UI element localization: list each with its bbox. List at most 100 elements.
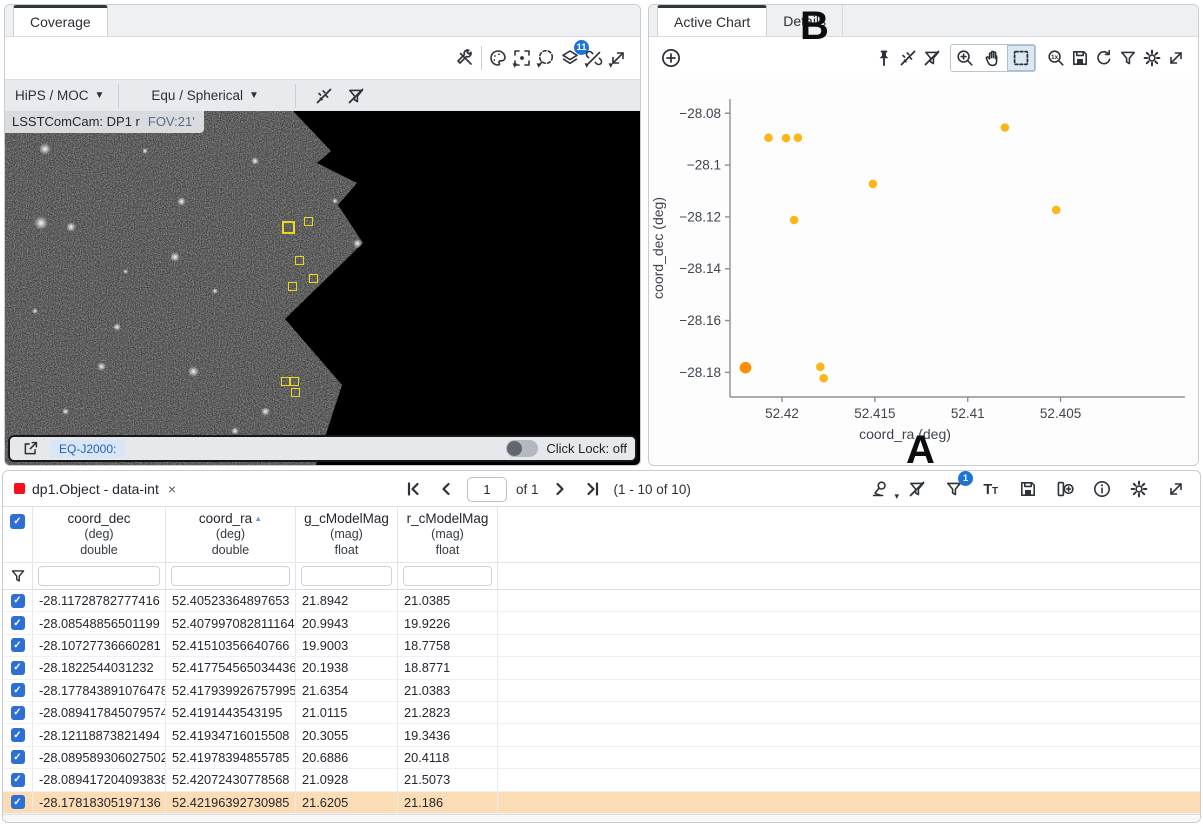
expand-icon[interactable] [1164, 46, 1188, 70]
click-lock-toggle[interactable] [506, 440, 539, 457]
gear-icon[interactable] [1140, 46, 1164, 70]
gear-icon[interactable] [1127, 477, 1151, 501]
expand-icon[interactable] [1164, 477, 1188, 501]
source-marker [295, 256, 304, 265]
table-row[interactable]: ✓ -28.1822544031232 52.417754565034436 20.1… [3, 657, 1200, 680]
page-input[interactable] [467, 476, 507, 502]
filter-off-icon[interactable] [905, 477, 929, 501]
column-header-coord_ra[interactable]: coord_ra ▲ (deg) double [166, 507, 296, 562]
svg-text:−28.18: −28.18 [679, 365, 721, 380]
row-checkbox[interactable]: ✓ [10, 638, 25, 653]
next-page-icon[interactable] [548, 477, 572, 501]
column-header-r_cModelMag[interactable]: r_cModelMag (mag) float [398, 507, 498, 562]
table-cell: -28.089417204093838 [33, 769, 166, 791]
tab-active-chart-label: Active Chart [674, 14, 751, 30]
column-filter-input[interactable] [301, 566, 392, 586]
projection-dropdown[interactable]: Equ / Spherical ▼ [141, 88, 268, 103]
table-tab[interactable]: dp1.Object - data-int × [3, 481, 176, 497]
markers-off-icon[interactable] [312, 84, 336, 108]
table-row[interactable]: ✓ -28.17818305197136 52.42196392730985 21.6… [3, 791, 1200, 814]
tab-coverage-label: Coverage [30, 14, 91, 30]
projection-label: Equ / Spherical [151, 88, 243, 103]
inspect-icon[interactable]: ▾ [868, 477, 899, 501]
star [332, 198, 338, 204]
add-chart-icon[interactable] [659, 46, 683, 70]
row-checkbox[interactable]: ✓ [10, 772, 25, 787]
external-link-icon[interactable] [18, 437, 42, 461]
filter-off-icon[interactable] [920, 46, 944, 70]
first-page-icon[interactable] [401, 477, 425, 501]
add-column-icon[interactable] [1053, 477, 1077, 501]
pin-icon[interactable] [872, 46, 896, 70]
lasso-select-icon[interactable] [534, 46, 558, 70]
svg-text:52.405: 52.405 [1040, 406, 1081, 421]
info-icon[interactable] [1090, 477, 1114, 501]
filter-icon[interactable] [1116, 46, 1140, 70]
close-icon[interactable]: × [168, 481, 176, 497]
zoom-in-icon[interactable] [951, 45, 979, 71]
table-row[interactable]: ✓ -28.177843891076478 52.417939926757995 21… [3, 679, 1200, 702]
row-checkbox[interactable]: ✓ [10, 705, 25, 720]
table-row[interactable]: ✓ -28.10727736660281 52.41510356640766 19.9… [3, 634, 1200, 658]
select-all-checkbox[interactable]: ✓ [10, 514, 25, 529]
table-color-dot [14, 483, 25, 494]
restore-icon[interactable] [1092, 46, 1116, 70]
unlink-icon[interactable]: ▾ [582, 46, 613, 70]
sky-image-viewer[interactable]: LSSTComCam: DP1 r FOV:21' EQ-J2000: Click… [5, 111, 640, 465]
recenter-icon[interactable]: ▾ [510, 46, 541, 70]
table-row[interactable]: ✓ -28.11728782777416 52.40523364897653 21.8… [3, 590, 1200, 613]
filter-off-icon[interactable] [344, 84, 368, 108]
chevron-down-icon: ▼ [248, 90, 259, 101]
table-cell: 20.9943 [296, 612, 398, 634]
chart-tabstrip: Active Chart Details [649, 5, 1198, 37]
box-select-icon[interactable] [1007, 45, 1035, 71]
save-icon[interactable] [1016, 477, 1040, 501]
chart-plot[interactable]: −28.08 −28.1 −28.12 −28.14 −28.16 −28.18 52.42… [649, 79, 1198, 464]
pan-icon[interactable] [979, 45, 1007, 71]
svg-text:−28.1: −28.1 [687, 158, 721, 173]
scatter-chart[interactable]: −28.08 −28.1 −28.12 −28.14 −28.16 −28.18 52.42… [649, 79, 1198, 464]
text-view-icon[interactable]: TT [979, 477, 1003, 501]
zoom-reset-icon[interactable]: 1x [1044, 46, 1068, 70]
table-row[interactable]: ✓ -28.089589306027502 52.41978394855785 20.… [3, 746, 1200, 770]
row-checkbox[interactable]: ✓ [10, 616, 25, 631]
star [113, 323, 121, 331]
table-row[interactable]: ✓ -28.12118873821494 52.41934716015508 20.3… [3, 724, 1200, 747]
column-header-coord_dec[interactable]: coord_dec (deg) double [33, 507, 166, 562]
row-checkbox[interactable]: ✓ [10, 683, 25, 698]
save-icon[interactable] [1068, 46, 1092, 70]
filter-icon[interactable]: 1 [942, 471, 973, 501]
prev-page-icon[interactable] [434, 477, 458, 501]
row-checkbox[interactable]: ✓ [10, 795, 25, 810]
row-filler [498, 590, 1200, 611]
tools-icon[interactable] [453, 46, 477, 70]
image-statusbar: EQ-J2000: Click Lock: off [8, 435, 637, 462]
last-page-icon[interactable] [581, 477, 605, 501]
table-cell: 52.42196392730985 [166, 791, 296, 813]
filter-icon[interactable] [9, 567, 27, 585]
table-row[interactable]: ✓ -28.089417204093838 52.42072430778568 21.… [3, 769, 1200, 792]
hips-moc-dropdown[interactable]: HiPS / MOC ▼ [5, 88, 114, 103]
column-filter-input[interactable] [171, 566, 290, 586]
tab-active-chart[interactable]: Active Chart [657, 5, 768, 36]
row-checkbox[interactable]: ✓ [10, 660, 25, 675]
layers-icon[interactable]: 11 ▾ [558, 40, 589, 70]
row-checkbox[interactable]: ✓ [10, 593, 25, 608]
row-checkbox[interactable]: ✓ [10, 750, 25, 765]
row-checkbox[interactable]: ✓ [10, 728, 25, 743]
table-row[interactable]: ✓ -28.08548856501199 52.407997082811164 20.… [3, 612, 1200, 635]
svg-text:52.41: 52.41 [951, 406, 985, 421]
column-header-g_cModelMag[interactable]: g_cModelMag (mag) float [296, 507, 398, 562]
svg-text:−28.16: −28.16 [679, 313, 721, 328]
column-filter-input[interactable] [38, 566, 160, 586]
row-filler [498, 724, 1200, 745]
tab-coverage[interactable]: Coverage [13, 5, 108, 36]
table-cell: -28.089589306027502 [33, 746, 166, 769]
palette-icon[interactable]: ▾ [486, 46, 517, 70]
column-filter-input[interactable] [403, 566, 492, 586]
table-row[interactable]: ✓ -28.089417845079574 52.4191443543195 21.0… [3, 701, 1200, 725]
column-name: coord_dec [67, 511, 131, 526]
markers-off-icon[interactable] [896, 46, 920, 70]
header-filler [498, 507, 1200, 562]
expand-icon[interactable] [606, 46, 630, 70]
